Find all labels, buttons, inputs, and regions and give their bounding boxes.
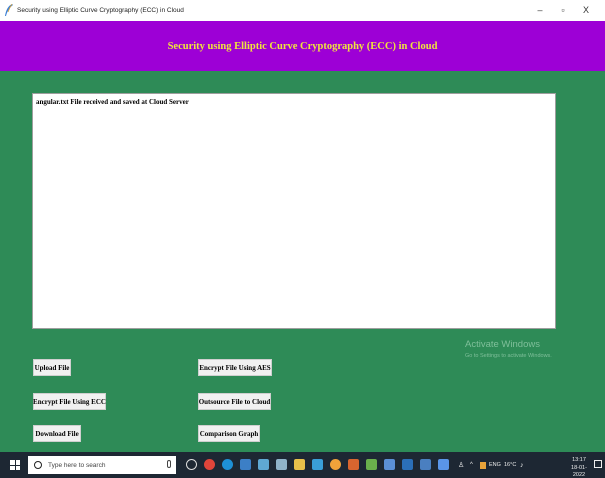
edge-icon[interactable]: [222, 459, 233, 470]
window-title: Security using Elliptic Curve Cryptograp…: [17, 6, 184, 14]
file-explorer-icon[interactable]: [294, 459, 305, 470]
encrypt-ecc-button[interactable]: Encrypt File Using ECC: [33, 393, 106, 410]
taskbar-clock[interactable]: 13:17 18-01-2022: [567, 457, 591, 478]
clock-date: 18-01-2022: [571, 464, 587, 478]
window-titlebar: Security using Elliptic Curve Cryptograp…: [0, 0, 605, 20]
tray-chevron-icon[interactable]: ^: [470, 452, 473, 478]
close-button[interactable]: X: [576, 0, 596, 20]
tray-language[interactable]: ENG: [489, 452, 501, 478]
app-icon-green[interactable]: [366, 459, 377, 470]
python-idle-icon[interactable]: [258, 459, 269, 470]
app-icon-blue[interactable]: [384, 459, 395, 470]
document-icon[interactable]: [276, 459, 287, 470]
output-line: angular.txt File received and saved at C…: [36, 98, 189, 106]
download-file-button[interactable]: Download File: [33, 425, 81, 442]
tray-temperature: 16°C: [504, 462, 517, 468]
taskbar-search[interactable]: Type here to search: [28, 456, 176, 474]
maximize-button[interactable]: ▫: [553, 0, 573, 20]
windows-start-icon[interactable]: [10, 460, 20, 470]
outsource-cloud-button[interactable]: Outsource File to Cloud: [198, 393, 271, 410]
app-heading: Security using Elliptic Curve Cryptograp…: [167, 40, 438, 52]
word-icon[interactable]: [402, 459, 413, 470]
encrypt-aes-button[interactable]: Encrypt File Using AES: [198, 359, 272, 376]
comparison-graph-button[interactable]: Comparison Graph: [198, 425, 260, 442]
microphone-icon[interactable]: [167, 460, 171, 468]
upload-file-button[interactable]: Upload File: [33, 359, 71, 376]
cortana-icon: [34, 461, 42, 469]
activate-windows-title: Activate Windows: [465, 339, 540, 350]
taskbar: Type here to search ♙ ^ ENG 16°C ♪ 13:17…: [0, 452, 605, 478]
store-icon[interactable]: [312, 459, 323, 470]
tray-weather-icon[interactable]: [480, 452, 486, 478]
app-icon-dark[interactable]: [420, 459, 431, 470]
main-panel: angular.txt File received and saved at C…: [0, 71, 605, 452]
feather-icon: [5, 4, 13, 16]
chrome-icon[interactable]: [330, 459, 341, 470]
python-icon[interactable]: [438, 459, 449, 470]
app-icon-orange[interactable]: [348, 459, 359, 470]
volume-icon[interactable]: ♪: [520, 452, 524, 478]
opera-icon[interactable]: [204, 459, 215, 470]
output-textarea[interactable]: angular.txt File received and saved at C…: [32, 93, 556, 329]
minimize-button[interactable]: –: [530, 0, 550, 20]
activate-windows-subtitle: Go to Settings to activate Windows.: [465, 353, 552, 359]
task-view-icon[interactable]: [186, 459, 197, 470]
network-app-icon[interactable]: [240, 459, 251, 470]
notification-icon[interactable]: [594, 460, 602, 468]
search-placeholder: Type here to search: [48, 461, 106, 469]
tray-person-icon[interactable]: ♙: [458, 452, 464, 478]
app-header: Security using Elliptic Curve Cryptograp…: [0, 21, 605, 71]
clock-time: 13:17: [572, 457, 586, 463]
